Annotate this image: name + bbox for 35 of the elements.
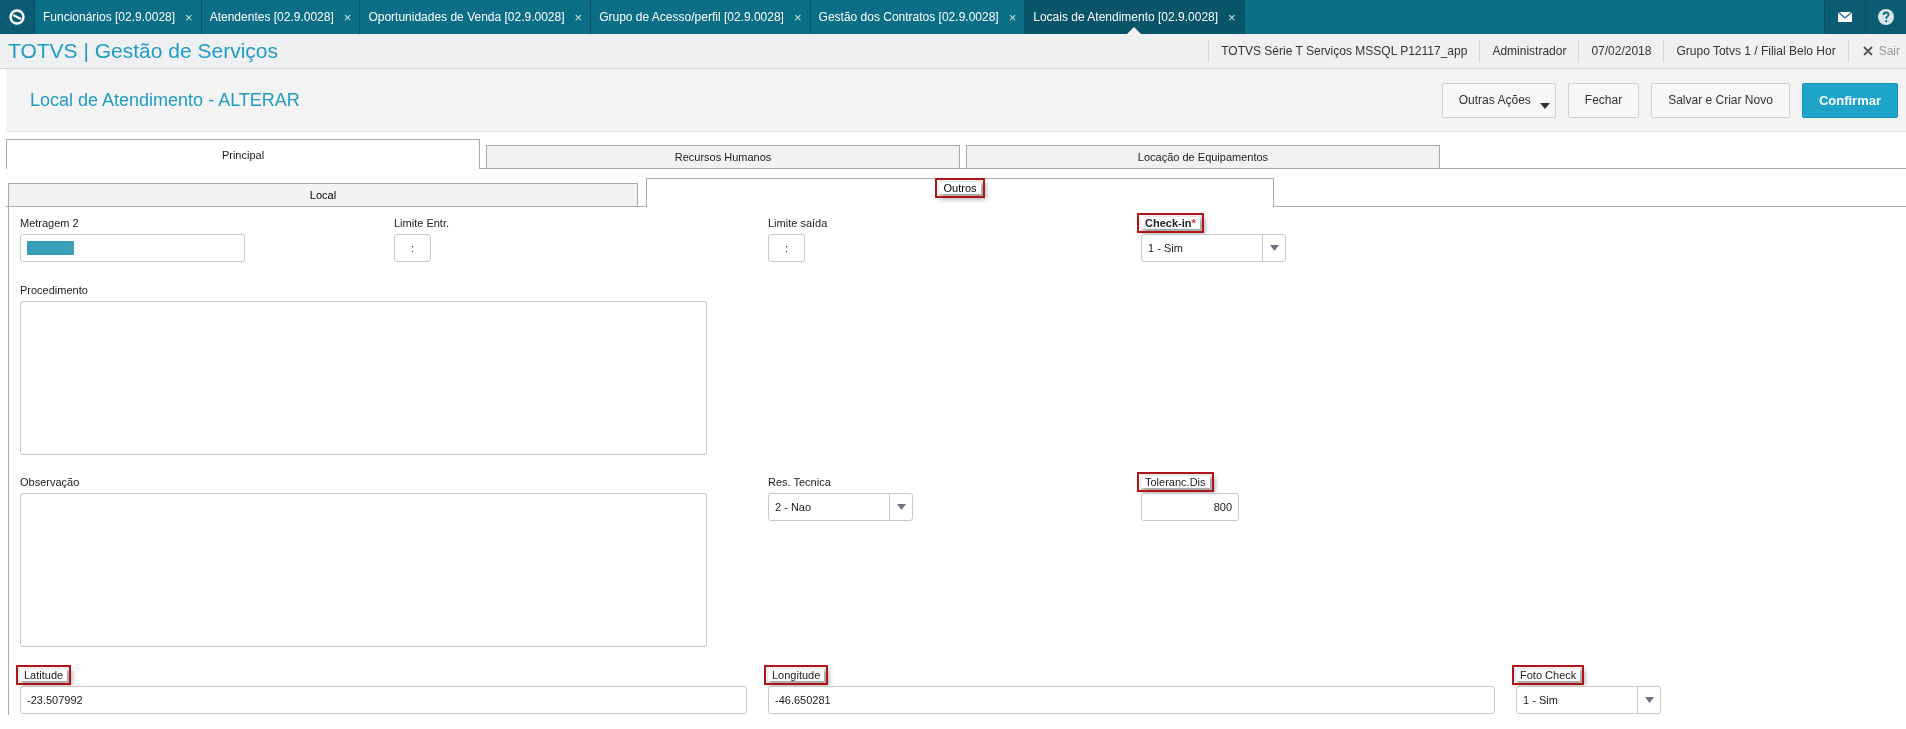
tab[interactable]: Principal	[6, 139, 480, 169]
page-title: Local de Atendimento - ALTERAR	[30, 89, 300, 111]
dropdown[interactable]: 2 - Nao	[768, 493, 913, 521]
field-label: Observação	[20, 476, 80, 488]
action-button[interactable]: Salvar e Criar Novo	[1651, 82, 1790, 118]
header-info: Administrador	[1479, 40, 1579, 62]
input-field[interactable]: -46.650281	[768, 685, 1495, 714]
dropdown[interactable]: 1 - Sim	[1516, 685, 1661, 714]
header-info: Grupo Totvs 1 / Filial Belo Hor	[1663, 40, 1848, 62]
close-icon[interactable]: ×	[1228, 9, 1236, 25]
tab[interactable]: Outros	[646, 178, 1274, 207]
tab[interactable]: Local	[8, 183, 638, 206]
action-button[interactable]: Fechar	[1567, 82, 1640, 118]
close-icon[interactable]: ×	[793, 9, 802, 25]
close-icon[interactable]: ×	[1008, 9, 1017, 25]
time-field[interactable]: :	[768, 234, 805, 262]
field-label: Limite saída	[768, 217, 828, 229]
field-label: Procedimento	[20, 283, 88, 296]
app-title: TOTVS | Gestão de Serviços	[7, 39, 278, 63]
app-tab[interactable]: Locais de Atendimento [02.9.0028] ×	[1025, 0, 1245, 34]
field-label: Res. Tecnica	[768, 476, 831, 488]
input-field[interactable]: -23.507992	[20, 685, 747, 714]
input-field[interactable]: 800	[1141, 493, 1239, 521]
time-field[interactable]: :	[394, 234, 431, 262]
dropdown[interactable]: 1 - Sim	[1141, 234, 1286, 262]
actions-button[interactable]: Outras Ações	[1441, 82, 1556, 118]
field-label: Metragem 2	[20, 217, 79, 229]
close-icon[interactable]: ×	[343, 9, 352, 25]
tab[interactable]: Recursos Humanos	[486, 145, 960, 168]
tab[interactable]: Locação de Equipamentos	[966, 145, 1440, 168]
field-label: Limite Entr.	[394, 217, 450, 229]
header-info: TOTVS Série T Serviços MSSQL P12117_app	[1208, 40, 1480, 62]
close-icon[interactable]: ×	[185, 9, 193, 25]
header-info: 07/02/2018	[1578, 40, 1664, 62]
close-icon[interactable]: ×	[574, 9, 583, 25]
